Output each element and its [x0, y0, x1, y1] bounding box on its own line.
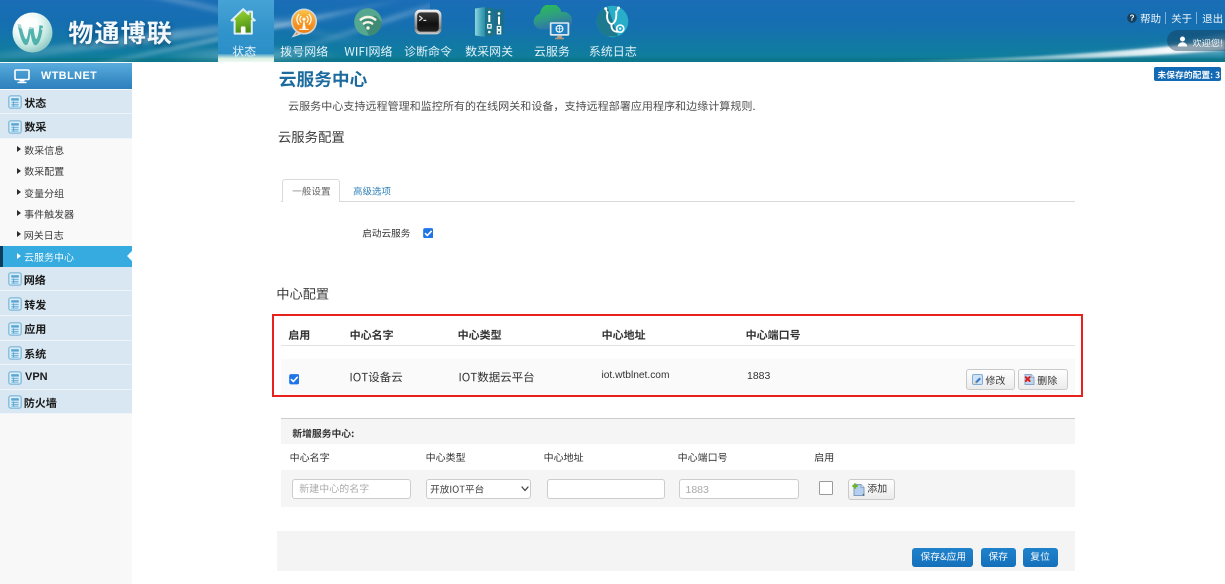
svg-text:?: ?: [1129, 13, 1134, 22]
